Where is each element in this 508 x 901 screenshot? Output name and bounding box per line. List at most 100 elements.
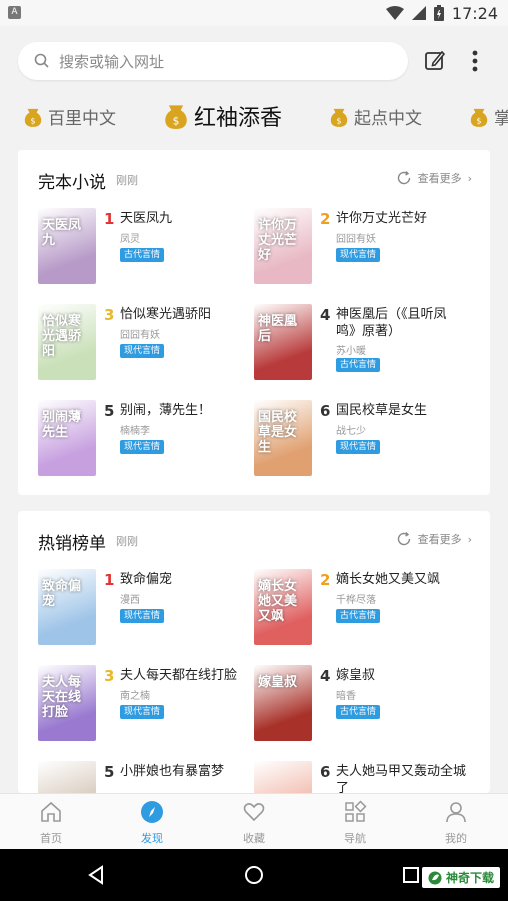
- channel-label: 红袖添香: [194, 106, 283, 131]
- channel-tab[interactable]: $ 起点中文: [330, 104, 422, 129]
- watermark-text: 神奇下载: [445, 871, 494, 885]
- book-title[interactable]: 天医凤九: [120, 210, 250, 227]
- cover-title: 国民校草是女生: [258, 410, 298, 455]
- book-title[interactable]: 国民校草是女生: [336, 402, 466, 419]
- home-button-icon[interactable]: [244, 865, 264, 885]
- rank-number: 4: [320, 667, 331, 685]
- rank-number: 2: [320, 210, 331, 228]
- book-author: 楠楠李: [120, 426, 150, 437]
- genre-tag: 现代言情: [336, 440, 381, 454]
- book-title[interactable]: 夫人她马甲又轰动全城了: [336, 763, 466, 793]
- nav-label: 首页: [40, 832, 62, 845]
- book-cover[interactable]: 神医凰后: [254, 304, 312, 380]
- nav-favorites[interactable]: 收藏: [224, 800, 284, 846]
- book-cover[interactable]: 国民校草是女生: [254, 400, 312, 476]
- genre-tag: 现代言情: [120, 705, 165, 719]
- home-icon: [41, 801, 61, 822]
- user-icon: [446, 802, 466, 823]
- signal-icon: [411, 6, 426, 20]
- leaf-icon: [428, 871, 442, 884]
- rank-number: 3: [104, 667, 115, 685]
- book-title[interactable]: 夫人每天都在线打脸: [120, 667, 250, 684]
- book-item[interactable]: 神医凰后 4 神医凰后（《且听凤鸣》原著） 苏小暖 古代言情: [254, 304, 464, 384]
- nav-profile[interactable]: 我的: [426, 800, 486, 846]
- svg-text:$: $: [30, 115, 35, 125]
- genre-tag: 古代言情: [336, 358, 381, 372]
- cover-title: 嫁皇叔: [258, 675, 298, 690]
- grid-icon: [345, 800, 367, 822]
- nav-navigation[interactable]: 导航: [325, 800, 385, 846]
- book-item[interactable]: 6 夫人她马甲又轰动全城了: [254, 761, 466, 793]
- book-cover[interactable]: 许你万丈光芒好: [254, 208, 312, 284]
- book-author: 南之楠: [120, 691, 150, 702]
- back-icon[interactable]: [86, 865, 106, 885]
- book-item[interactable]: 夫人每天在线打脸 3 夫人每天都在线打脸南之楠现代言情: [38, 665, 248, 745]
- genre-tag: 现代言情: [120, 440, 165, 454]
- book-item[interactable]: 嫁皇叔 4 嫁皇叔 暗香 古代言情: [254, 665, 464, 745]
- cover-title: 许你万丈光芒好: [258, 218, 298, 263]
- more-menu-icon[interactable]: [462, 48, 488, 74]
- channel-label: 掌: [494, 109, 508, 129]
- svg-text:$: $: [336, 115, 341, 125]
- money-bag-icon: $: [470, 107, 488, 127]
- book-title[interactable]: 嫁皇叔: [336, 667, 466, 684]
- system-nav-bar: 神奇下载: [0, 849, 508, 901]
- book-item[interactable]: 天医凤九 1 天医凤九 凤灵 古代言情: [38, 208, 248, 288]
- book-cover[interactable]: [254, 761, 312, 793]
- view-more-button[interactable]: 查看更多 ›: [396, 170, 472, 186]
- cover-title: 嫡长女她又美又飒: [258, 579, 298, 624]
- book-title[interactable]: 小胖娘也有暴富梦: [120, 763, 250, 780]
- nav-label: 导航: [344, 832, 366, 845]
- money-bag-icon: $: [164, 103, 188, 129]
- section-updated: 刚刚: [116, 535, 138, 548]
- chevron-right-icon: ›: [467, 171, 472, 185]
- channel-tabs: $ 百里中文 $ 红袖添香 $ 起点中文 $ 掌: [0, 96, 508, 140]
- book-item[interactable]: 许你万丈光芒好 2 许你万丈光芒好 囧囧有妖 现代言情: [254, 208, 464, 288]
- book-author: 漫西: [120, 595, 140, 606]
- book-author: 战七少: [336, 426, 366, 437]
- rank-number: 6: [320, 763, 331, 781]
- section-title: 热销榜单: [38, 534, 106, 554]
- book-item[interactable]: 嫡长女她又美又飒 2 嫡长女她又美又飒 千桦尽落 古代言情: [254, 569, 464, 649]
- nav-label: 发现: [141, 832, 163, 845]
- book-item[interactable]: 别闹薄先生 5 别闹，薄先生！ 楠楠李 现代言情: [38, 400, 248, 480]
- book-title[interactable]: 恰似寒光遇骄阳: [120, 306, 250, 323]
- view-more-button[interactable]: 查看更多 ›: [396, 531, 472, 547]
- book-cover[interactable]: 别闹薄先生: [38, 400, 96, 476]
- book-author: 千桦尽落: [336, 595, 376, 606]
- book-cover[interactable]: 嫁皇叔: [254, 665, 312, 741]
- book-cover[interactable]: 致命偏宠: [38, 569, 96, 645]
- search-placeholder: 搜索或输入网址: [59, 53, 165, 71]
- nav-home[interactable]: 首页: [21, 800, 81, 846]
- search-bar[interactable]: 搜索或输入网址: [18, 42, 408, 80]
- book-cover[interactable]: 嫡长女她又美又飒: [254, 569, 312, 645]
- section-card-complete: 完本小说 刚刚 查看更多 › 天医凤九 1 天医凤九 凤灵 古代言情 许你万丈光芒好 2 许你…: [18, 150, 490, 495]
- book-cover[interactable]: 天医凤九: [38, 208, 96, 284]
- book-title[interactable]: 许你万丈光芒好: [336, 210, 466, 227]
- search-icon: [34, 53, 49, 68]
- book-title[interactable]: 致命偏宠: [120, 571, 250, 588]
- book-title[interactable]: 嫡长女她又美又飒: [336, 571, 466, 588]
- recents-icon[interactable]: [402, 866, 420, 884]
- channel-label: 百里中文: [48, 109, 116, 129]
- book-item[interactable]: 致命偏宠 1 致命偏宠 漫西 现代言情: [38, 569, 248, 649]
- book-title[interactable]: 神医凰后（《且听凤鸣》原著）: [336, 306, 466, 340]
- book-item[interactable]: 恰似寒光遇骄阳 3 恰似寒光遇骄阳 囧囧有妖 现代言情: [38, 304, 248, 384]
- rank-number: 6: [320, 402, 331, 420]
- book-title[interactable]: 别闹，薄先生！: [120, 402, 250, 419]
- book-item[interactable]: 5 小胖娘也有暴富梦: [38, 761, 248, 793]
- book-item[interactable]: 国民校草是女生 6 国民校草是女生 战七少 现代言情: [254, 400, 464, 480]
- channel-tab[interactable]: $ 掌: [470, 104, 508, 129]
- view-more-label: 查看更多: [417, 533, 462, 546]
- channel-tab[interactable]: $ 百里中文: [24, 104, 116, 129]
- channel-tab-active[interactable]: $ 红袖添香: [164, 100, 282, 132]
- rank-number: 4: [320, 306, 331, 324]
- svg-text:$: $: [476, 115, 481, 125]
- book-cover[interactable]: 恰似寒光遇骄阳: [38, 304, 96, 380]
- book-cover[interactable]: [38, 761, 96, 793]
- book-cover[interactable]: 夫人每天在线打脸: [38, 665, 96, 741]
- nav-discover[interactable]: 发现: [122, 800, 182, 846]
- genre-tag: 现代言情: [336, 248, 381, 262]
- edit-icon[interactable]: [422, 48, 448, 74]
- status-bar: A 17:24: [0, 0, 508, 26]
